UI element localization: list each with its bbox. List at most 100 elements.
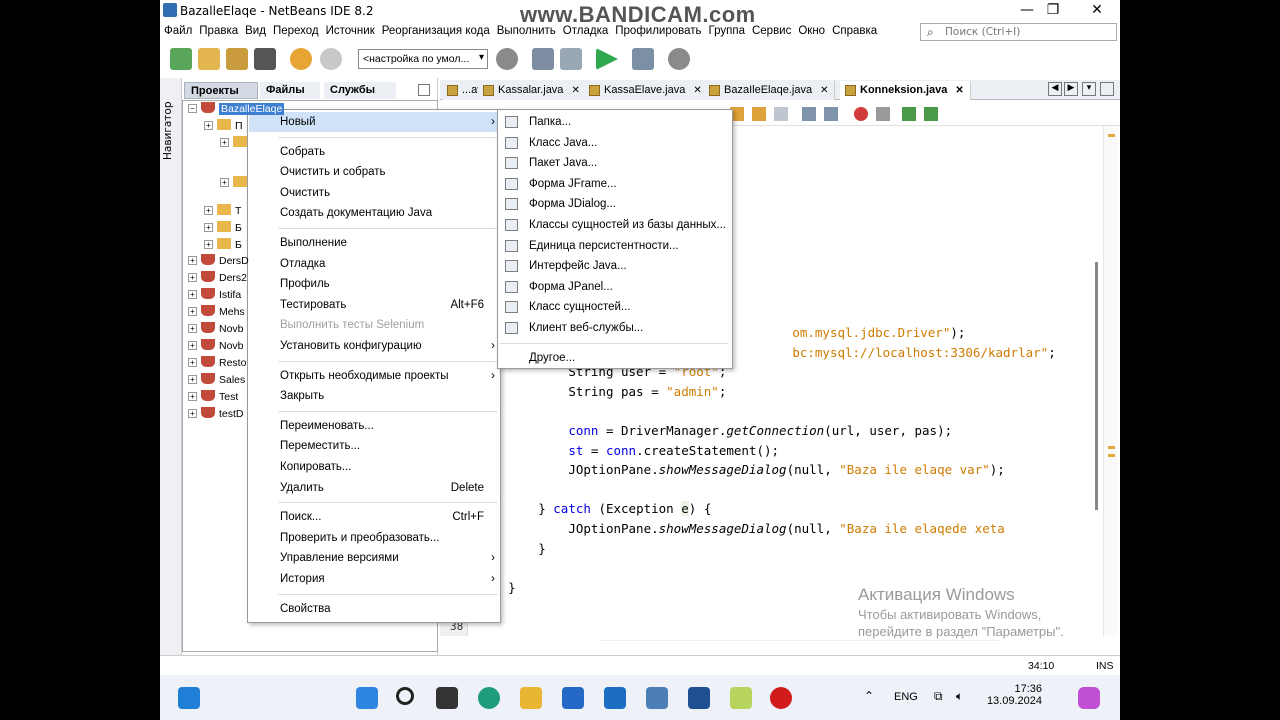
shift-right-icon[interactable] (824, 107, 838, 121)
menu-item[interactable]: Вид (241, 22, 269, 37)
tree-project-node[interactable]: + Test (188, 390, 238, 406)
menu-item[interactable]: Реорганизация кода (378, 22, 493, 37)
new-submenu-item[interactable]: Класс Java... (499, 133, 731, 153)
outlook-icon[interactable] (604, 687, 626, 709)
minimize-panel-icon[interactable] (418, 84, 430, 96)
tree-root-project[interactable]: − BazalleElaqe (188, 102, 285, 118)
tree-project-node[interactable]: + DersD (188, 254, 249, 270)
tab-services[interactable]: Службы (324, 82, 396, 99)
tree-project-node[interactable]: + Ders2 (188, 271, 247, 287)
context-menu-item[interactable]: Отладка (249, 254, 499, 274)
tree-project-node[interactable]: + Novb (188, 322, 244, 338)
close-tab-icon[interactable]: ✕ (820, 85, 828, 96)
file-explorer-icon[interactable] (520, 687, 542, 709)
open-project-icon[interactable] (226, 48, 248, 70)
tab-projects[interactable]: Проекты (184, 82, 258, 99)
context-menu-item[interactable]: Очистить и собрать (249, 162, 499, 182)
globe-icon[interactable] (496, 48, 518, 70)
tree-folder-node[interactable]: + (220, 176, 251, 192)
context-menu-item[interactable]: Установить конфигурацию › (249, 336, 499, 356)
stop-macro-icon[interactable] (876, 107, 890, 121)
new-submenu-item[interactable]: Папка... (499, 112, 731, 132)
profile-icon[interactable] (668, 48, 690, 70)
context-menu-item[interactable]: Собрать (249, 142, 499, 162)
scroll-tabs-left-icon[interactable]: ◀ (1048, 82, 1062, 96)
tree-folder-node[interactable]: + Б (204, 238, 242, 254)
context-menu-item[interactable]: Управление версиями › (249, 548, 499, 568)
editor-tab[interactable]: Kassalar.java ✕ (478, 81, 587, 100)
menu-item[interactable]: Окно (794, 22, 828, 37)
vscode-icon[interactable] (688, 687, 710, 709)
warning-marker[interactable] (1108, 134, 1115, 137)
editor-tab[interactable]: BazaIleElaqe.java ✕ (704, 81, 836, 100)
context-menu-item[interactable]: Закрыть (249, 386, 499, 406)
notepad-icon[interactable] (730, 687, 752, 709)
new-submenu-item[interactable]: Класс сущностей... (499, 297, 731, 317)
menu-item[interactable]: Правка (195, 22, 241, 37)
language-indicator[interactable]: ENG (894, 691, 918, 703)
editor-horizontal-scrollbar[interactable] (600, 640, 1000, 646)
warning-marker[interactable] (1108, 446, 1115, 449)
new-project-icon[interactable] (198, 48, 220, 70)
close-tab-icon[interactable]: ✕ (693, 85, 701, 96)
menu-item[interactable]: Переход (269, 22, 322, 37)
comment-icon[interactable] (902, 107, 916, 121)
context-menu-item[interactable]: Переместить... (249, 436, 499, 456)
new-submenu-item[interactable]: Форма JPanel... (499, 277, 731, 297)
scroll-tabs-right-icon[interactable]: ▶ (1064, 82, 1078, 96)
search-icon[interactable] (396, 687, 414, 705)
tree-project-node[interactable]: + Sales (188, 373, 245, 389)
context-menu-item[interactable]: Тестировать Alt+F6 (249, 295, 499, 315)
new-submenu-item[interactable]: Форма JFrame... (499, 174, 731, 194)
new-submenu-item[interactable]: Форма JDialog... (499, 194, 731, 214)
navigator-label[interactable]: Навигатор (162, 100, 174, 161)
menu-item[interactable]: Группа (705, 22, 748, 37)
tree-folder-node[interactable]: + П (204, 119, 243, 135)
chevron-up-icon[interactable]: ⌃ (864, 689, 874, 703)
start-icon[interactable] (356, 687, 378, 709)
context-menu-item[interactable]: Поиск... Ctrl+F (249, 507, 499, 527)
undo-icon[interactable] (290, 48, 312, 70)
context-menu-item[interactable]: Создать документацию Java (249, 203, 499, 223)
maximize-button[interactable]: ❐ (1030, 0, 1076, 22)
build-hammer-icon[interactable] (532, 48, 554, 70)
close-button[interactable]: ✕ (1074, 0, 1120, 22)
tab-list-icon[interactable]: ▾ (1082, 82, 1096, 96)
store-icon[interactable] (562, 687, 584, 709)
task-view-icon[interactable] (436, 687, 458, 709)
new-submenu-item[interactable]: Классы сущностей из базы данных... (499, 215, 731, 235)
maximize-editor-icon[interactable] (1100, 82, 1114, 96)
warning-marker[interactable] (1108, 454, 1115, 457)
record-icon[interactable] (770, 687, 792, 709)
context-menu-item[interactable]: История › (249, 569, 499, 589)
search-input[interactable]: ⌕ Поиск (Ctrl+I) (920, 23, 1117, 41)
bookmark-next-icon[interactable] (752, 107, 766, 121)
context-menu-item[interactable]: Удалить Delete (249, 478, 499, 498)
volume-icon[interactable]: 🔈︎ (956, 689, 963, 704)
tree-project-node[interactable]: + testD (188, 407, 244, 423)
edge-icon[interactable] (478, 687, 500, 709)
new-submenu-item[interactable]: Другое... (499, 348, 731, 368)
debug-icon[interactable] (632, 48, 654, 70)
tree-project-node[interactable]: + Resto (188, 356, 246, 372)
uncomment-icon[interactable] (924, 107, 938, 121)
new-submenu-item[interactable]: Пакет Java... (499, 153, 731, 173)
close-tab-icon[interactable]: ✕ (955, 85, 963, 96)
configuration-combo[interactable]: <настройка по умол... ▾ (358, 49, 488, 69)
redo-icon[interactable] (320, 48, 342, 70)
context-menu-item[interactable]: Переименовать... (249, 416, 499, 436)
menu-item[interactable]: Выполнить (493, 22, 559, 37)
widgets-icon[interactable] (178, 687, 200, 709)
shift-left-icon[interactable] (802, 107, 816, 121)
context-menu-item[interactable]: Профиль (249, 274, 499, 294)
save-all-icon[interactable] (254, 48, 276, 70)
start-macro-icon[interactable] (854, 107, 868, 121)
menu-item[interactable]: Отладка (559, 22, 611, 37)
new-file-icon[interactable] (170, 48, 192, 70)
tree-folder-node[interactable]: + Б (204, 221, 242, 237)
close-tab-icon[interactable]: ✕ (571, 85, 579, 96)
tree-project-node[interactable]: + Istifa (188, 288, 241, 304)
new-submenu-item[interactable]: Интерфейс Java... (499, 256, 731, 276)
context-menu-item[interactable]: Выполнение (249, 233, 499, 253)
new-submenu-item[interactable]: Клиент веб-службы... (499, 318, 731, 338)
